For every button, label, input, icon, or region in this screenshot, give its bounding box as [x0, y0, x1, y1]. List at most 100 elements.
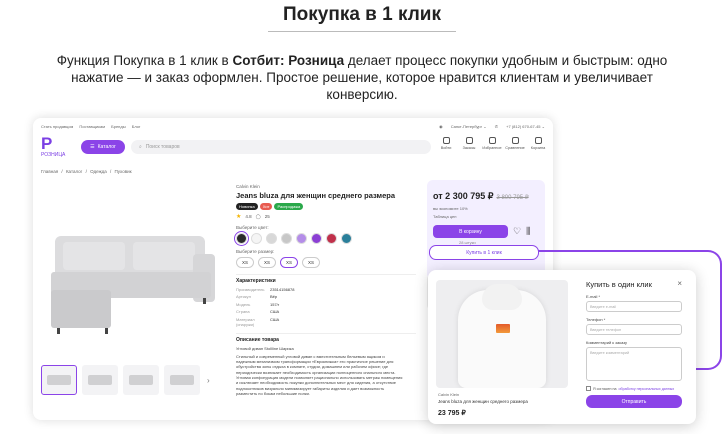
comment-field[interactable]: Введите комментарий	[586, 347, 682, 381]
top-contacts: ◉ Санкт-Петербург ⌄ ✆ +7 (812) 670-67-45…	[432, 124, 545, 129]
top-bar: Стать продавцом Поставщикам Бренды Блог …	[41, 124, 545, 134]
catalog-label: Каталог	[97, 144, 116, 150]
one-click-modal: Calvin Klein Jeans bluza для женщин сред…	[428, 270, 696, 424]
size-option[interactable]: XS	[280, 257, 299, 268]
city-name: Санкт-Петербург	[450, 124, 483, 129]
price-table-link[interactable]: Таблица цен	[433, 214, 539, 219]
description-title[interactable]: Описание товара	[236, 332, 416, 343]
spec-row: Материал (снаружи) США	[236, 317, 416, 327]
title-underline	[268, 31, 456, 32]
phone-link[interactable]: ✆ +7 (812) 670-67-45 ⌄	[495, 124, 545, 129]
modal-product-name: Jeans bluza для женщин среднего размера	[438, 399, 528, 404]
crumb-sep: /	[109, 169, 112, 174]
specs-title[interactable]: Характеристики	[236, 274, 416, 284]
spec-value: США	[270, 309, 280, 314]
size-label: Выберите размер:	[236, 249, 275, 254]
logo-mark-icon: Р	[41, 134, 53, 153]
search-icon: ⌕	[139, 144, 142, 150]
spec-row: Производитель 23514156878	[236, 287, 416, 292]
agree-row: Я согласен на обработку персональных дан…	[586, 386, 686, 391]
product-title: Jeans bluza для женщин среднего размера	[236, 191, 395, 200]
spec-row: Артикул Вёр	[236, 294, 416, 299]
thumbnail[interactable]	[164, 365, 200, 395]
product-badges: Новинка Хит Распродажа	[236, 203, 416, 210]
cart-icon	[534, 137, 542, 144]
reviews-count[interactable]: 25	[265, 214, 270, 219]
sofa-leg	[105, 328, 108, 334]
size-option[interactable]: XS	[302, 257, 321, 268]
color-swatch[interactable]	[236, 233, 247, 244]
chevron-right-icon[interactable]: ›	[207, 376, 210, 385]
city-selector[interactable]: ◉ Санкт-Петербург ⌄	[439, 124, 486, 129]
one-click-button[interactable]: Купить в 1 клик	[429, 245, 539, 260]
product-photo[interactable]	[41, 184, 226, 354]
agree-text: Я согласен на	[593, 386, 617, 391]
hoodie-print	[496, 324, 510, 333]
compare-icon[interactable]: ⫼	[526, 226, 530, 237]
catalog-button[interactable]: ☰ Каталог	[81, 140, 125, 154]
color-swatch[interactable]	[281, 233, 292, 244]
top-link[interactable]: Бренды	[111, 124, 126, 129]
modal-product-photo	[436, 280, 568, 388]
user-icon	[442, 137, 450, 144]
heart-icon[interactable]: ♡	[513, 226, 521, 237]
size-option[interactable]: XS	[258, 257, 277, 268]
top-link[interactable]: Стать продавцом	[41, 124, 73, 129]
rating: ★ 4.8 ◯ 25	[236, 213, 416, 221]
email-field[interactable]: Введите e-mail	[586, 301, 682, 312]
thumbnail[interactable]	[82, 365, 118, 395]
header-icon-label: Избранное	[482, 146, 502, 150]
hoodie-hood	[482, 284, 522, 310]
product-info: Calvin Klein Jeans bluza для женщин сред…	[236, 184, 416, 396]
close-icon[interactable]: ×	[677, 279, 682, 288]
header-compare[interactable]: Сравнение	[505, 137, 525, 150]
thumbnail[interactable]	[123, 365, 159, 395]
slide-description: Функция Покупка в 1 клик в Сотбит: Розни…	[40, 52, 684, 103]
header-login[interactable]: Войти	[437, 137, 455, 150]
add-to-cart-button[interactable]: В корзину	[433, 225, 508, 238]
header-icon-label: Войти	[440, 146, 452, 150]
color-swatch[interactable]	[326, 233, 337, 244]
sofa-back	[55, 236, 205, 274]
submit-button[interactable]: Отправить	[586, 395, 682, 408]
site-header: Р РОЗНИЦА ☰ Каталог ⌕ Поиск товаров Войт…	[41, 134, 547, 159]
current-price: от 2 300 795 ₽	[433, 191, 494, 201]
search-input[interactable]: ⌕ Поиск товаров	[131, 140, 431, 154]
phone-number: +7 (812) 670-67-45	[506, 124, 541, 129]
crumb-sep: /	[85, 169, 87, 174]
color-swatch[interactable]	[251, 233, 262, 244]
spec-key: Материал (снаружи)	[236, 316, 255, 327]
color-swatch[interactable]	[341, 233, 352, 244]
description-body: Стильный и современный угловой диван с в…	[236, 353, 403, 396]
phone-field[interactable]: Введите телефон	[586, 324, 682, 335]
email-placeholder: Введите e-mail	[590, 305, 617, 309]
color-swatch[interactable]	[296, 233, 307, 244]
phone-label: Телефон *	[586, 317, 606, 322]
header-favorites[interactable]: Избранное	[482, 137, 502, 150]
agree-link[interactable]: обработку персональных данных	[619, 387, 675, 391]
color-swatch[interactable]	[311, 233, 322, 244]
spec-key: Страна	[236, 309, 250, 314]
spec-value: 23514156878	[270, 286, 295, 292]
spec-value: 157/г	[270, 301, 280, 307]
spec-row: Модель 157/г	[236, 302, 416, 307]
slide-title: Покупка в 1 клик	[283, 4, 441, 25]
email-label: E-mail *	[586, 294, 601, 299]
logo[interactable]: Р РОЗНИЦА	[41, 134, 71, 159]
header-orders[interactable]: Заказы	[460, 137, 478, 150]
crumb-home[interactable]: Главная	[41, 169, 58, 174]
price-card: от 2 300 795 ₽3 800 795 ₽ вы экономите 1…	[427, 180, 545, 280]
size-option[interactable]: XS	[236, 257, 255, 268]
color-swatch[interactable]	[266, 233, 277, 244]
header-cart[interactable]: Корзина	[529, 137, 547, 150]
thumbnail[interactable]	[41, 365, 77, 395]
modal-price: 23 795 ₽	[438, 410, 466, 417]
top-link[interactable]: Блог	[132, 124, 141, 129]
phone-placeholder: Введите телефон	[590, 328, 622, 332]
agree-checkbox[interactable]	[586, 386, 591, 391]
header-icons: Войти Заказы Избранное Сравнение Корзина	[437, 137, 547, 150]
crumb-catalog[interactable]: Каталог	[66, 169, 82, 174]
crumb-clothes[interactable]: Одежда	[90, 169, 107, 174]
modal-title: Купить в один клик	[586, 280, 652, 289]
top-link[interactable]: Поставщикам	[79, 124, 105, 129]
